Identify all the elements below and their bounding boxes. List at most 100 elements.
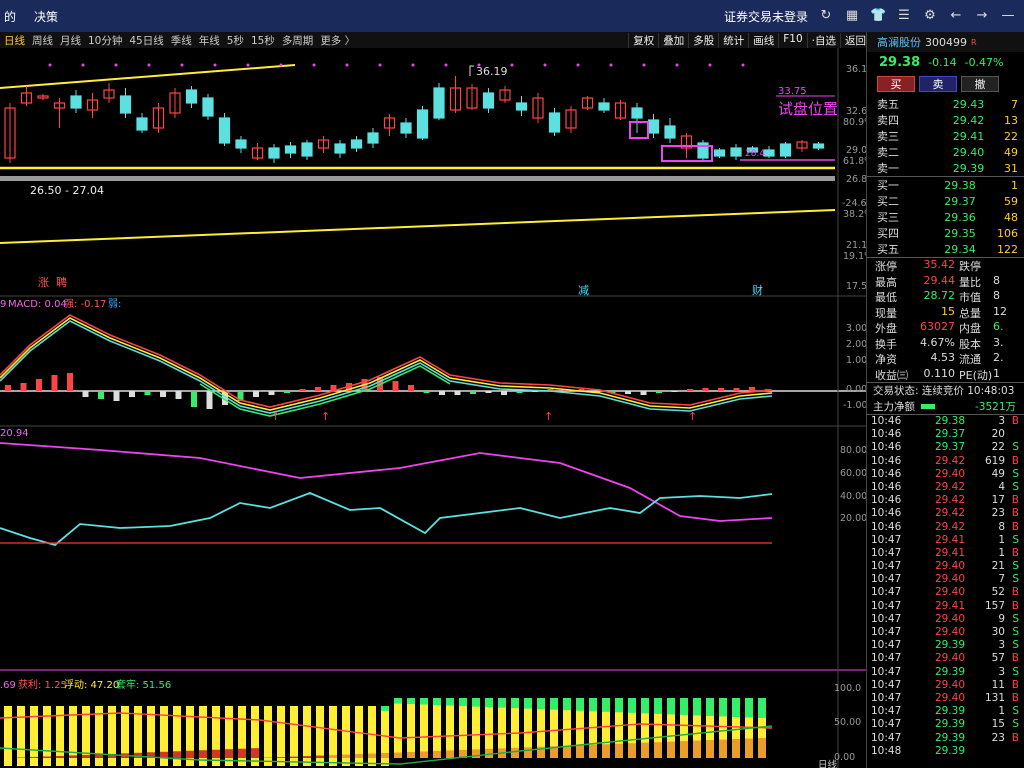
minimize-icon[interactable]: — — [1000, 8, 1016, 24]
tick-volume: 1 — [998, 546, 1005, 559]
macd-bar — [687, 389, 693, 391]
bid-row[interactable]: 买三 29.36 48 — [867, 209, 1024, 225]
tool-f10[interactable]: F10 — [778, 32, 806, 48]
main-panel: 36.19 33.75 试盘位置 26.50 - 27.04 28.4 涨 聘 … — [0, 63, 838, 297]
bid-row[interactable]: 买四 29.35 106 — [867, 225, 1024, 241]
tick-side: S — [1012, 705, 1019, 718]
macd-arrows: ↑ ↑ ↑ ↑ — [271, 410, 697, 423]
chart-svg[interactable]: 36.19 33.75 试盘位置 26.50 - 27.04 28.4 涨 聘 … — [0, 48, 866, 768]
volume-bar-top — [485, 698, 493, 708]
forward-icon[interactable]: → — [974, 8, 990, 24]
top-dot — [312, 63, 316, 67]
ask-row[interactable]: 卖三 29.41 22 — [867, 128, 1024, 144]
tab-15sec[interactable]: 15秒 — [251, 33, 275, 48]
volume-bar-red — [719, 739, 727, 758]
chart-area[interactable]: 36.19 33.75 试盘位置 26.50 - 27.04 28.4 涨 聘 … — [0, 48, 866, 768]
event-label-3: 减 — [578, 284, 589, 297]
tool-stats[interactable]: 统计 — [718, 32, 748, 48]
volume-bar-top — [498, 698, 506, 708]
volume-bar-top — [589, 698, 597, 712]
level-price: 29.34 — [944, 242, 976, 256]
top-dot — [81, 63, 85, 67]
top-dot — [675, 63, 679, 67]
macd-bar — [191, 391, 197, 407]
list-icon[interactable]: ☰ — [896, 8, 912, 24]
candle-body — [416, 109, 429, 139]
tick-row: 10:46 29.42 4 S — [867, 481, 1024, 494]
tick-row: 10:47 29.39 3 S — [867, 639, 1024, 652]
tool-watchlist[interactable]: ·自选 — [806, 32, 840, 48]
bid-row[interactable]: 买一 29.38 1 — [867, 177, 1024, 194]
tick-price: 29.39 — [934, 718, 965, 731]
menu-item-decision[interactable]: 决策 — [34, 8, 58, 25]
level-price: 29.35 — [944, 226, 976, 240]
tab-multi-period[interactable]: 多周期 — [282, 33, 314, 48]
gray-band — [0, 176, 835, 181]
shirt-icon[interactable]: 👕 — [870, 8, 886, 24]
level-price: 29.42 — [952, 113, 985, 127]
tick-row: 10:47 29.41 1 S — [867, 534, 1024, 547]
stock-header[interactable]: 高澜股份 300499 R — [867, 32, 1024, 52]
volume-bar-top — [758, 698, 766, 718]
macd-bar — [160, 391, 166, 397]
volume-bar — [4, 706, 12, 766]
tool-adjust[interactable]: 复权 — [628, 32, 658, 48]
top-dot — [576, 63, 580, 67]
tab-5sec[interactable]: 5秒 — [227, 33, 244, 48]
menu-item-0[interactable]: 的 — [4, 8, 16, 25]
axis-label: 61.8% — [843, 156, 866, 167]
sell-button[interactable]: 卖 — [919, 76, 957, 92]
tick-volume: 3 — [998, 665, 1005, 678]
tab-45day[interactable]: 45日线 — [129, 33, 163, 48]
tick-time: 10:47 — [871, 639, 902, 652]
top-dot — [246, 63, 250, 67]
net-flow-value: -3521万 — [974, 400, 1016, 413]
macd-bar — [36, 379, 42, 391]
tool-overlay[interactable]: 叠加 — [658, 32, 688, 48]
ask-row[interactable]: 卖一 29.39 31 — [867, 160, 1024, 176]
level-volume: 59 — [1004, 194, 1018, 208]
stat-label: 最高 — [875, 275, 897, 289]
tab-more[interactable]: 更多 〉 — [320, 33, 355, 48]
volume-bar — [446, 698, 454, 758]
tick-row: 10:47 29.40 9 S — [867, 613, 1024, 626]
back-icon[interactable]: ← — [948, 8, 964, 24]
tool-multi-stock[interactable]: 多股 — [688, 32, 718, 48]
tick-list[interactable]: 10:46 29.38 3 B 10:46 29.37 20 10:46 29.37 22 S 10:… — [867, 414, 1024, 758]
tab-quarterly[interactable]: 季线 — [171, 33, 192, 48]
bid-row[interactable]: 买二 29.37 59 — [867, 193, 1024, 209]
tick-side: S — [1012, 441, 1019, 454]
tab-daily[interactable]: 日线 — [4, 33, 25, 48]
volume-bar-red — [576, 745, 584, 758]
axis-label: 1.00 — [846, 355, 866, 366]
tick-volume: 157 — [984, 599, 1005, 612]
login-status[interactable]: 证券交易未登录 — [724, 8, 808, 25]
refresh-icon[interactable]: ↻ — [818, 8, 834, 24]
volume-bar-top — [576, 698, 584, 711]
ask-row[interactable]: 卖四 29.42 13 — [867, 112, 1024, 128]
bid-row[interactable]: 买五 29.34 122 — [867, 241, 1024, 257]
tab-weekly[interactable]: 周线 — [32, 33, 53, 48]
cancel-button[interactable]: 撤 — [961, 76, 999, 92]
net-flow-label: 主力净额 — [873, 400, 915, 413]
tool-draw[interactable]: 画线 — [748, 32, 778, 48]
volume-bar-red — [732, 739, 740, 758]
grid-icon[interactable]: ▦ — [844, 8, 860, 24]
tick-volume: 30 — [991, 626, 1005, 638]
buy-button[interactable]: 买 — [877, 76, 915, 92]
volume-bar-red — [329, 755, 337, 758]
top-dot — [345, 63, 349, 67]
stat-value: 8 — [993, 289, 1000, 302]
ask-row[interactable]: 卖五 29.43 7 — [867, 96, 1024, 112]
range-label: 26.50 - 27.04 — [30, 184, 104, 197]
stat-value: 3. — [993, 335, 1004, 349]
tick-price: 29.40 — [934, 691, 965, 704]
tab-yearly[interactable]: 年线 — [199, 33, 220, 48]
top-dot — [642, 63, 646, 67]
tick-side: B — [1011, 546, 1019, 559]
ask-row[interactable]: 卖二 29.40 49 — [867, 144, 1024, 160]
tab-monthly[interactable]: 月线 — [60, 33, 81, 48]
tick-row: 10:47 29.40 21 S — [867, 560, 1024, 573]
tab-10min[interactable]: 10分钟 — [88, 33, 122, 48]
settings-icon[interactable]: ⚙ — [922, 8, 938, 24]
